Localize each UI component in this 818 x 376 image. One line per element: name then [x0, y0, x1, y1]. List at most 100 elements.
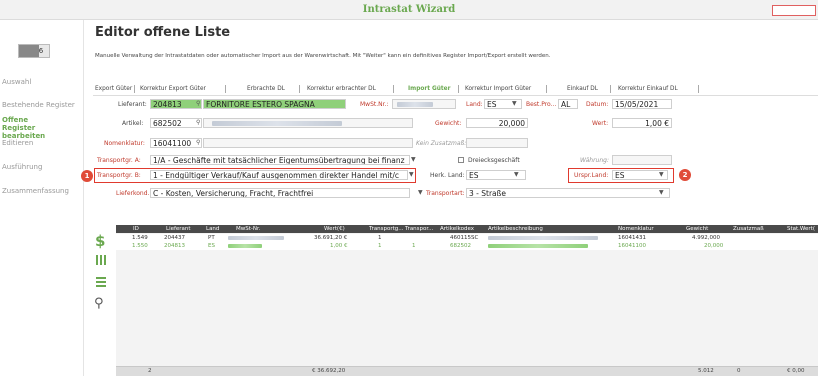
footer-gewicht-total: 5.012 — [698, 368, 714, 374]
bestpro-label: Best.Pro... — [526, 101, 557, 108]
datum-input[interactable]: 15/05/2021 — [612, 99, 672, 109]
cell-lieferant: 204813 — [164, 243, 185, 249]
cell-transportg: 1 — [378, 243, 382, 249]
col-lieferant[interactable]: Lieferant — [166, 225, 191, 233]
dropdown-arrow-icon[interactable]: ▼ — [512, 100, 517, 107]
dropdown-arrow-icon[interactable]: ▼ — [514, 171, 519, 178]
search-lookup-icon[interactable]: ⚲ — [196, 119, 200, 126]
page-description: Manuelle Verwaltung der Intrastatdaten o… — [95, 53, 551, 59]
lieferkond-label: Lieferkond.: — [116, 190, 152, 197]
sidebar-item-bestehende-register[interactable]: Bestehende Register — [2, 101, 82, 109]
gewicht-input[interactable]: 20,000 — [466, 118, 528, 128]
col-artikelkodex[interactable]: Artikelkodex — [440, 225, 474, 233]
mwst-label: MwSt.Nr.: — [360, 101, 389, 108]
grid-header: ID Lieferant Land MwSt-Nr. Wert(€) Trans… — [116, 225, 818, 233]
callout-badge-2: 2 — [679, 169, 691, 181]
nomenklatur-label: Nomenklatur: — [104, 140, 145, 147]
nomenklatur-input[interactable]: 16041100 — [150, 138, 202, 148]
cell-mwst-redacted — [228, 236, 284, 240]
transportgr-a-select[interactable]: 1/A - Geschäfte mit tatsächlicher Eigent… — [150, 155, 410, 165]
footer-wert-total: € 36.692,20 — [312, 368, 346, 374]
waehrung-label: Währung: — [580, 157, 609, 164]
mwst-field[interactable] — [392, 99, 456, 109]
sidebar-item-offene-register[interactable]: Offene Register bearbeiten — [2, 116, 62, 140]
callout-badge-1: 1 — [81, 170, 93, 182]
search-lookup-icon[interactable]: ⚲ — [196, 100, 200, 107]
col-transpor[interactable]: Transpor... — [405, 225, 433, 233]
table-row-selected[interactable]: 1.550 204813 ES 1,00 € 1 1 682502 160411… — [116, 242, 818, 250]
window-title: Intrastat Wizard — [362, 4, 456, 15]
zusatzmass-field[interactable] — [466, 138, 528, 148]
cell-desc-redacted — [488, 244, 588, 248]
tab-underline — [93, 95, 818, 96]
cell-transportg: 1 — [378, 235, 382, 241]
artikel-input[interactable]: 682502 — [150, 118, 202, 128]
dropdown-arrow-icon[interactable]: ▼ — [409, 171, 414, 178]
col-id[interactable]: ID — [133, 225, 139, 233]
urspr-land-label: Urspr.Land: — [574, 172, 609, 179]
lieferant-input[interactable]: 204813 — [150, 99, 202, 109]
footer-zusatz-total: 0 — [737, 368, 741, 374]
tab-erbrachte-dl[interactable]: Erbrachte DL — [247, 83, 285, 95]
tab-korrektur-export-gueter[interactable]: Korrektur Export Güter — [140, 83, 206, 95]
tab-separator — [610, 85, 611, 93]
transportgr-b-select[interactable]: 1 - Endgültiger Verkauf/Kauf ausgenommen… — [150, 170, 408, 180]
wert-input[interactable]: 1,00 € — [612, 118, 672, 128]
cell-gewicht: 20,000 — [704, 243, 724, 249]
grid-footer: 2 € 36.692,20 5.012 0 € 0,00 — [116, 366, 818, 376]
dollar-icon[interactable]: $ — [95, 232, 105, 250]
col-transportg[interactable]: Transportg... — [369, 225, 404, 233]
land-label: Land: — [466, 101, 483, 108]
lieferkond-select[interactable]: C - Kosten, Versicherung, Fracht, Fracht… — [150, 188, 410, 198]
sidebar-item-editieren[interactable]: Editieren — [2, 139, 82, 147]
step-progress: 6 — [18, 44, 50, 58]
search-icon[interactable]: ⚲ — [94, 296, 104, 311]
list-icon[interactable] — [96, 277, 106, 287]
tab-korrektur-erbrachter-dl[interactable]: Korrektur erbrachter DL — [307, 83, 376, 95]
dropdown-arrow-icon[interactable]: ▼ — [411, 156, 416, 163]
wert-label: Wert: — [592, 120, 609, 127]
step-progress-fill — [19, 45, 39, 57]
dropdown-arrow-icon[interactable]: ▼ — [659, 189, 664, 196]
sidebar-item-ausfuehrung[interactable]: Ausführung — [2, 163, 82, 171]
transportgr-a-label: Transportgr. A: — [97, 157, 141, 164]
col-gewicht[interactable]: Gewicht — [686, 225, 708, 233]
tab-export-gueter[interactable]: Export Güter — [95, 83, 132, 95]
cell-id: 1.550 — [132, 243, 148, 249]
col-mwst[interactable]: MwSt-Nr. — [236, 225, 261, 233]
dreiecks-checkbox[interactable] — [458, 157, 464, 163]
col-nomenklatur[interactable]: Nomenklatur — [618, 225, 654, 233]
bestpro-field[interactable]: AL — [558, 99, 578, 109]
tab-separator — [393, 85, 394, 93]
waehrung-field[interactable] — [612, 155, 672, 165]
page-title: Editor offene Liste — [95, 25, 231, 40]
table-row[interactable]: 1.549 204437 PT 36.691,20 € 1 460115SC 1… — [116, 234, 818, 242]
cell-lieferant: 204437 — [164, 235, 185, 241]
tab-korrektur-einkauf-dl[interactable]: Korrektur Einkauf DL — [618, 83, 678, 95]
cell-gewicht: 4.992,000 — [692, 235, 720, 241]
dropdown-arrow-icon[interactable]: ▼ — [418, 189, 423, 196]
cell-wert: 36.691,20 € — [314, 235, 348, 241]
tab-separator — [546, 85, 547, 93]
cell-nomenklatur: 16041431 — [618, 235, 646, 241]
grid-icon[interactable] — [96, 255, 106, 265]
cell-artikel: 460115SC — [450, 235, 479, 241]
sidebar-item-zusammenfassung[interactable]: Zusammenfassung — [2, 187, 82, 195]
footer-stat-total: € 0,00 — [787, 368, 805, 374]
col-zusatzmass[interactable]: Zusatzmaß — [733, 225, 764, 233]
dropdown-arrow-icon[interactable]: ▼ — [659, 171, 664, 178]
tab-einkauf-dl[interactable]: Einkauf DL — [567, 83, 598, 95]
col-stat-wert[interactable]: Stat.Wert( — [787, 225, 815, 233]
sidebar-item-auswahl[interactable]: Auswahl — [2, 78, 82, 86]
col-wert[interactable]: Wert(€) — [324, 225, 345, 233]
close-button[interactable] — [772, 5, 816, 16]
search-lookup-icon[interactable]: ⚲ — [196, 139, 200, 146]
cell-id: 1.549 — [132, 235, 148, 241]
tab-import-gueter[interactable]: Import Güter — [408, 83, 450, 95]
cell-artikel: 682502 — [450, 243, 471, 249]
col-land[interactable]: Land — [206, 225, 219, 233]
transportart-select[interactable]: 3 - Straße — [466, 188, 670, 198]
step-progress-total: 6 — [38, 47, 44, 55]
tab-korrektur-import-gueter[interactable]: Korrektur Import Güter — [465, 83, 531, 95]
col-artikelbeschreibung[interactable]: Artikelbeschreibung — [488, 225, 543, 233]
